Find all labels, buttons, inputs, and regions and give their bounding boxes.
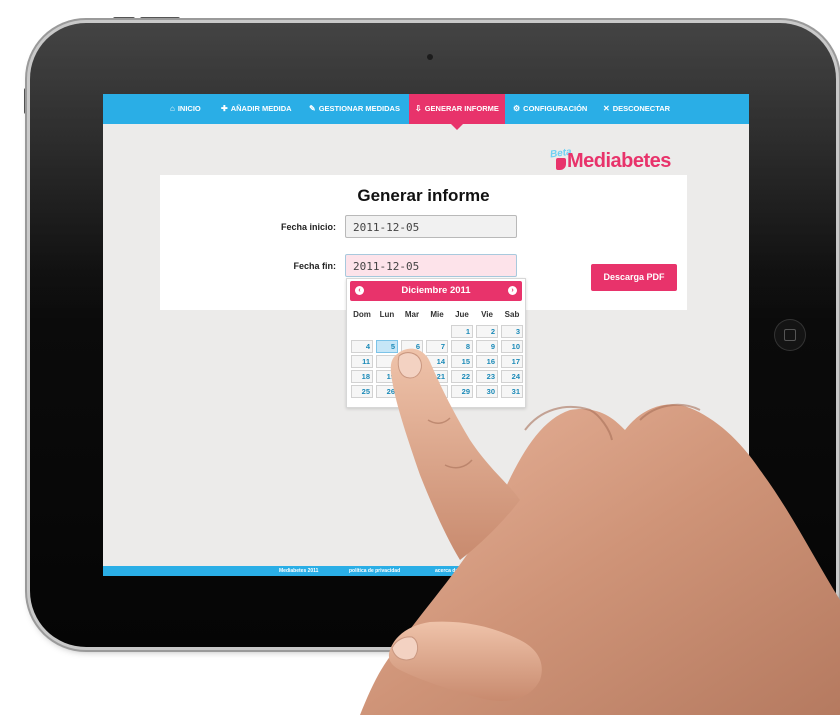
footer-bar: Mediabetes 2011 política de privacidad a… (103, 566, 749, 576)
calendar-day[interactable]: 19 (376, 370, 398, 383)
close-icon: ✕ (603, 104, 610, 113)
calendar-day[interactable] (426, 385, 448, 398)
front-camera (427, 54, 433, 60)
weekday-header: Vie (481, 310, 493, 319)
calendar-day[interactable]: 25 (351, 385, 373, 398)
nav-label: CONFIGURACIÓN (523, 104, 588, 113)
nav-label: INICIO (177, 104, 201, 113)
logo-text: Mediabetes (567, 150, 671, 172)
calendar-day[interactable]: 9 (476, 340, 498, 353)
calendar-day[interactable]: 31 (501, 385, 523, 398)
calendar-day[interactable]: 16 (476, 355, 498, 368)
calendar-day[interactable] (401, 385, 423, 398)
calendar-day[interactable]: 18 (351, 370, 373, 383)
calendar-day[interactable]: 23 (476, 370, 498, 383)
calendar-day[interactable]: 14 (426, 355, 448, 368)
page-title: Generar informe (357, 186, 490, 205)
nav-label: GESTIONAR MEDIDAS (318, 104, 400, 113)
calendar-day[interactable]: 4 (351, 340, 373, 353)
footer-link-blog[interactable]: blog (484, 566, 495, 576)
calendar-day[interactable]: 24 (501, 370, 523, 383)
nav-item-anadir-medida[interactable]: ✚ AÑADIR MEDIDA (221, 94, 292, 124)
weekday-header: Mar (404, 310, 420, 319)
calendar-day[interactable] (401, 355, 423, 368)
datepicker: ‹ Diciembre 2011 › Dom Lun Mar Mie Jue Vie Sab… (346, 278, 526, 408)
download-icon: ⇩ (415, 104, 422, 113)
tablet-screen: ⌂ INICIO ✚ AÑADIR MEDIDA ✎ GESTIONAR MEDIDA… (103, 94, 749, 576)
weekday-header: Lun (379, 310, 395, 319)
sleep-button (140, 17, 180, 22)
calendar-day[interactable] (376, 355, 398, 368)
nav-label: DESCONECTAR (612, 104, 671, 113)
calendar-day[interactable]: 26 (376, 385, 398, 398)
nav-label: GENERAR INFORME (424, 104, 499, 113)
calendar-day[interactable]: 15 (451, 355, 473, 368)
pencil-icon: ✎ (309, 104, 316, 113)
calendar-day[interactable]: 10 (501, 340, 523, 353)
footer-link-privacy[interactable]: política de privacidad (349, 566, 400, 576)
footer-link-about[interactable]: acerca de (435, 566, 458, 576)
calendar-day[interactable] (401, 370, 423, 383)
calendar-day[interactable]: 22 (451, 370, 473, 383)
start-date-input[interactable]: 2011-12-05 (345, 215, 517, 238)
home-button[interactable] (774, 319, 806, 351)
calendar-day[interactable]: 29 (451, 385, 473, 398)
home-icon: ⌂ (170, 104, 175, 113)
calendar-day[interactable]: 6 (401, 340, 423, 353)
datepicker-header: ‹ Diciembre 2011 › (350, 281, 522, 301)
top-navbar: ⌂ INICIO ✚ AÑADIR MEDIDA ✎ GESTIONAR MEDIDA… (103, 94, 749, 130)
footer-copyright: Mediabetes 2011 (279, 568, 319, 574)
nav-item-gestionar-medidas[interactable]: ✎ GESTIONAR MEDIDAS (309, 94, 400, 124)
nav-item-configuracion[interactable]: ⚙ CONFIGURACIÓN (513, 94, 587, 124)
calendar-day[interactable]: 3 (501, 325, 523, 338)
weekday-header: Sab (504, 310, 520, 319)
start-date-label: Fecha inicio: (280, 222, 336, 232)
logo-mark-icon (556, 158, 566, 170)
calendar-day[interactable]: 30 (476, 385, 498, 398)
side-switch (24, 88, 28, 114)
weekday-header: Dom (353, 310, 371, 319)
weekday-header: Mie (430, 310, 444, 319)
nav-item-generar-informe[interactable]: ⇩ GENERAR INFORME (409, 94, 505, 130)
gear-icon: ⚙ (513, 104, 521, 113)
calendar-day[interactable]: 21 (426, 370, 448, 383)
nav-item-inicio[interactable]: ⌂ INICIO (170, 94, 201, 124)
calendar-day-selected[interactable]: 5 (376, 340, 398, 353)
datepicker-month-title: Diciembre 2011 (401, 285, 471, 296)
calendar-day[interactable]: 17 (501, 355, 523, 368)
end-date-input[interactable]: 2011-12-05 (345, 254, 517, 277)
weekday-header: Jue (455, 310, 469, 319)
download-pdf-button[interactable]: Descarga PDF (591, 264, 677, 291)
nav-label: AÑADIR MEDIDA (230, 104, 292, 113)
calendar-day[interactable]: 2 (476, 325, 498, 338)
plus-icon: ✚ (221, 104, 228, 113)
calendar-day[interactable]: 11 (351, 355, 373, 368)
chevron-right-icon[interactable]: › (508, 286, 517, 295)
nav-item-desconectar[interactable]: ✕ DESCONECTAR (603, 94, 670, 124)
calendar-day[interactable]: 8 (451, 340, 473, 353)
end-date-label: Fecha fin: (293, 261, 336, 271)
volume-button (113, 17, 135, 22)
calendar-day[interactable]: 1 (451, 325, 473, 338)
calendar-day[interactable]: 7 (426, 340, 448, 353)
